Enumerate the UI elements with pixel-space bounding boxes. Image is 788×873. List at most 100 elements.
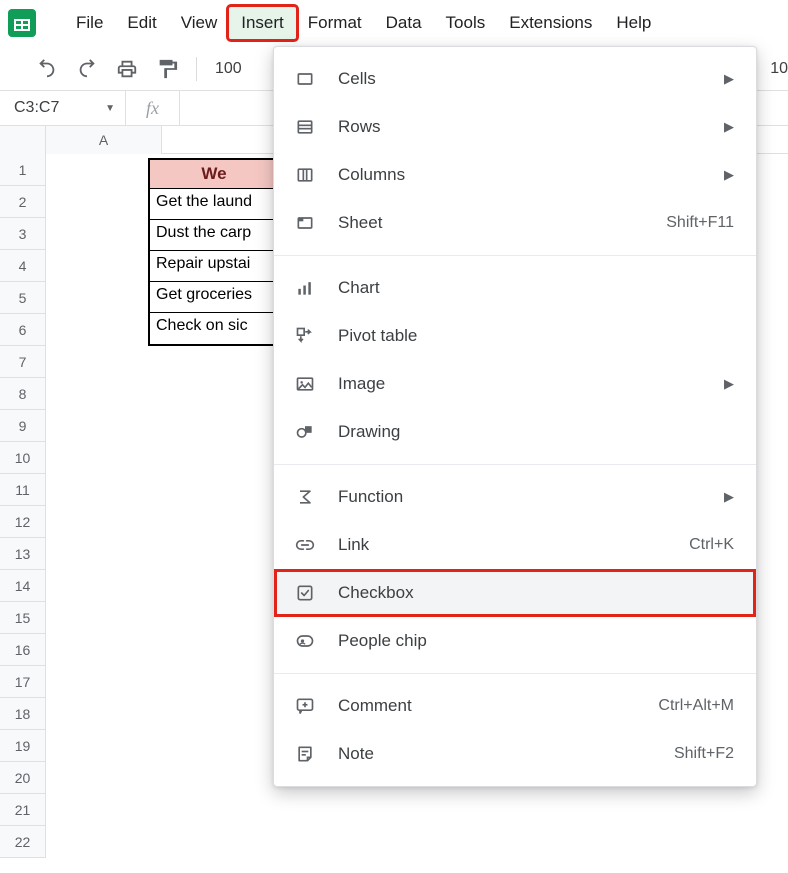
menu-separator	[274, 464, 756, 465]
menu-item-label: Sheet	[338, 213, 644, 233]
insert-function[interactable]: Function ▶	[274, 473, 756, 521]
menu-extensions[interactable]: Extensions	[497, 7, 604, 39]
menu-data[interactable]: Data	[374, 7, 434, 39]
row-header[interactable]: 2	[0, 186, 46, 218]
row-header[interactable]: 3	[0, 218, 46, 250]
menu-item-label: People chip	[338, 631, 734, 651]
menu-insert[interactable]: Insert	[229, 7, 296, 39]
fx-label: fx	[126, 91, 180, 125]
menu-item-label: Checkbox	[338, 583, 734, 603]
insert-columns[interactable]: Columns ▶	[274, 151, 756, 199]
row-header[interactable]: 11	[0, 474, 46, 506]
select-all-corner[interactable]	[0, 126, 46, 154]
toolbar-separator	[196, 57, 197, 81]
table-row[interactable]: Check on sic	[150, 313, 278, 344]
menubar: FileEditViewInsertFormatDataToolsExtensi…	[0, 0, 788, 46]
submenu-arrow-icon: ▶	[724, 119, 734, 135]
menu-item-label: Rows	[338, 117, 694, 137]
menu-item-label: Chart	[338, 278, 734, 298]
menu-separator	[274, 255, 756, 256]
menu-item-label: Drawing	[338, 422, 734, 442]
menu-item-shortcut: Shift+F2	[674, 745, 734, 763]
insert-drawing[interactable]: Drawing	[274, 408, 756, 456]
row-header[interactable]: 12	[0, 506, 46, 538]
menu-item-label: Function	[338, 487, 694, 507]
insert-checkbox[interactable]: Checkbox	[274, 569, 756, 617]
menu-edit[interactable]: Edit	[115, 7, 168, 39]
menu-format[interactable]: Format	[296, 7, 374, 39]
menu-item-label: Pivot table	[338, 326, 734, 346]
row-header[interactable]: 19	[0, 730, 46, 762]
people-icon	[294, 630, 316, 652]
row-header[interactable]: 4	[0, 250, 46, 282]
insert-link[interactable]: Link Ctrl+K	[274, 521, 756, 569]
menu-item-shortcut: Shift+F11	[666, 214, 734, 232]
row-header[interactable]: 7	[0, 346, 46, 378]
row-header[interactable]: 20	[0, 762, 46, 794]
table-b-column: We Get the laundDust the carpRepair upst…	[148, 158, 280, 346]
row-header[interactable]: 16	[0, 634, 46, 666]
submenu-arrow-icon: ▶	[724, 376, 734, 392]
row-header[interactable]: 10	[0, 442, 46, 474]
drawing-icon	[294, 421, 316, 443]
menu-item-label: Image	[338, 374, 694, 394]
row-header[interactable]: 17	[0, 666, 46, 698]
insert-image[interactable]: Image ▶	[274, 360, 756, 408]
grid-row: 21	[0, 794, 788, 826]
menu-help[interactable]: Help	[604, 7, 663, 39]
menu-item-label: Columns	[338, 165, 694, 185]
insert-cells[interactable]: Cells▶	[274, 55, 756, 103]
checkbox-icon	[294, 582, 316, 604]
undo-icon[interactable]	[36, 58, 58, 80]
rows-icon	[294, 116, 316, 138]
menu-item-label: Link	[338, 535, 667, 555]
column-header-a[interactable]: A	[46, 126, 162, 154]
print-icon[interactable]	[116, 58, 138, 80]
pivot-icon	[294, 325, 316, 347]
insert-chart[interactable]: Chart	[274, 264, 756, 312]
insert-sheet[interactable]: Sheet Shift+F11	[274, 199, 756, 247]
insert-pivot-table[interactable]: Pivot table	[274, 312, 756, 360]
name-box[interactable]: C3:C7 ▼	[0, 91, 126, 125]
cells-icon	[294, 68, 316, 90]
menu-view[interactable]: View	[169, 7, 230, 39]
row-header[interactable]: 9	[0, 410, 46, 442]
function-icon	[294, 486, 316, 508]
menu-item-shortcut: Ctrl+K	[689, 536, 734, 554]
row-header[interactable]: 21	[0, 794, 46, 826]
menu-item-shortcut: Ctrl+Alt+M	[658, 697, 734, 715]
row-header[interactable]: 18	[0, 698, 46, 730]
paint-format-icon[interactable]	[156, 58, 178, 80]
table-header: We	[150, 160, 278, 189]
row-header[interactable]: 8	[0, 378, 46, 410]
insert-note[interactable]: NoteShift+F2	[274, 730, 756, 778]
row-header[interactable]: 1	[0, 154, 46, 186]
name-box-dropdown-icon[interactable]: ▼	[105, 103, 115, 114]
row-header[interactable]: 22	[0, 826, 46, 858]
redo-icon[interactable]	[76, 58, 98, 80]
note-icon	[294, 743, 316, 765]
row-header[interactable]: 14	[0, 570, 46, 602]
menu-item-label: Comment	[338, 696, 636, 716]
chart-icon	[294, 277, 316, 299]
submenu-arrow-icon: ▶	[724, 167, 734, 183]
toolbar-right-fragment: 10	[770, 60, 788, 78]
menu-tools[interactable]: Tools	[434, 7, 498, 39]
table-row[interactable]: Dust the carp	[150, 220, 278, 251]
grid-row: 22	[0, 826, 788, 858]
menu-file[interactable]: File	[64, 7, 115, 39]
row-header[interactable]: 5	[0, 282, 46, 314]
row-header[interactable]: 6	[0, 314, 46, 346]
row-header[interactable]: 15	[0, 602, 46, 634]
table-row[interactable]: Get the laund	[150, 189, 278, 220]
row-header[interactable]: 13	[0, 538, 46, 570]
submenu-arrow-icon: ▶	[724, 489, 734, 505]
comment-icon	[294, 695, 316, 717]
insert-people-chip[interactable]: People chip	[274, 617, 756, 665]
insert-comment[interactable]: Comment Ctrl+Alt+M	[274, 682, 756, 730]
zoom-value[interactable]: 100	[215, 60, 242, 78]
insert-rows[interactable]: Rows ▶	[274, 103, 756, 151]
table-row[interactable]: Get groceries	[150, 282, 278, 313]
table-row[interactable]: Repair upstai	[150, 251, 278, 282]
columns-icon	[294, 164, 316, 186]
